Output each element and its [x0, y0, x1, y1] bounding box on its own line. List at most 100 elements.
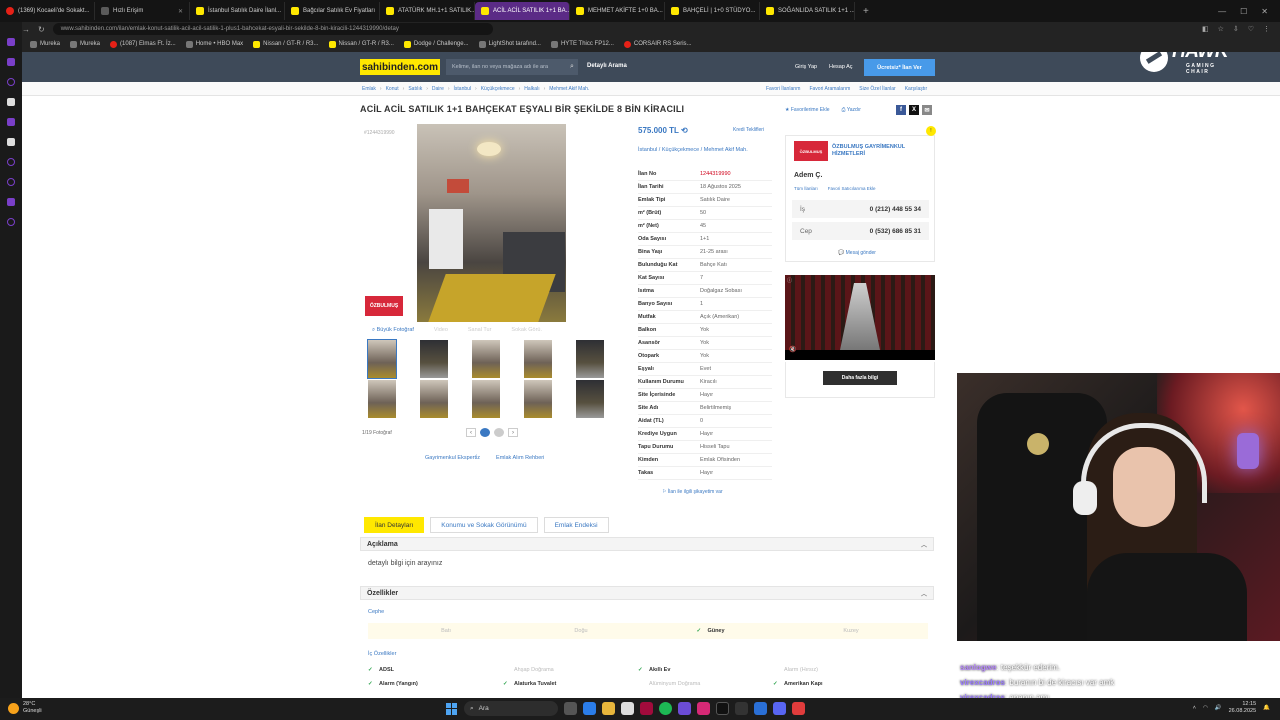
email-share-icon[interactable]: ✉	[922, 105, 932, 115]
weather-widget[interactable]: 28°C Güneşli	[8, 701, 42, 715]
tiktok-icon[interactable]	[7, 118, 15, 126]
task-view-icon[interactable]	[564, 702, 577, 715]
instagram-app-icon[interactable]	[697, 702, 710, 715]
description-header[interactable]: Açıklama ︿	[360, 537, 934, 551]
login-link[interactable]: Giriş Yap	[795, 64, 817, 70]
quick-link[interactable]: Size Özel İlanlar	[859, 86, 895, 92]
site-search-input[interactable]: Kelime, ilan no veya mağaza adı ile ara …	[446, 59, 578, 75]
breadcrumb-item[interactable]: Küçükçekmece	[481, 86, 515, 92]
copilot-icon[interactable]	[583, 702, 596, 715]
bookmark-item[interactable]: Mureka	[30, 40, 60, 48]
extension-icon[interactable]: ◧	[1202, 25, 1209, 33]
post-ad-button[interactable]: Ücretsiz* İlan Ver	[864, 59, 935, 76]
bookmark-item[interactable]: Dodge / Challenge...	[403, 40, 469, 48]
breadcrumb-item[interactable]: İstanbul	[454, 86, 472, 92]
thumbnail[interactable]	[524, 340, 552, 378]
breadcrumb-item[interactable]: Halkalı	[524, 86, 539, 92]
bookmark-item[interactable]: Mureka	[70, 40, 100, 48]
thumbnail[interactable]	[367, 339, 397, 379]
bookmark-item[interactable]: Nissan / GT-R / R3...	[328, 40, 394, 48]
box-icon[interactable]	[7, 198, 15, 206]
seller-name[interactable]: ÖZBULMUŞ GAYRİMENKUL HİZMETLERİ	[832, 144, 932, 158]
register-link[interactable]: Hesap Aç	[829, 64, 853, 70]
chevron-up-icon[interactable]: ︿	[921, 589, 927, 598]
seller-logo[interactable]: ÖZBULMUŞ	[794, 141, 828, 161]
street-view-link[interactable]: Sokak Görü.	[511, 327, 542, 334]
windows-start-icon[interactable]	[446, 702, 458, 715]
all-listings-link[interactable]: Tüm İlanları	[794, 186, 818, 191]
tab-location[interactable]: Konumu ve Sokak Görünümü	[430, 517, 538, 533]
features-header[interactable]: Özellikler ︿	[360, 586, 934, 600]
obs-icon[interactable]	[735, 702, 748, 715]
next-photo-icon[interactable]: ›	[508, 428, 518, 437]
forward-icon[interactable]: →	[22, 25, 30, 34]
minimize-icon[interactable]: —	[1218, 7, 1226, 16]
advanced-search-link[interactable]: Detaylı Arama	[587, 63, 627, 69]
browser-tab[interactable]: İstanbul Satılık Daire İlanl...✕	[190, 2, 285, 20]
thumbnail[interactable]	[472, 380, 500, 418]
thumbnail[interactable]	[576, 380, 604, 418]
arc-icon[interactable]	[7, 98, 15, 106]
location-neighborhood[interactable]: Mehmet Akif Mah.	[704, 147, 748, 153]
store-icon[interactable]	[621, 702, 634, 715]
opera-gx-icon[interactable]	[640, 702, 653, 715]
app-icon[interactable]	[678, 702, 691, 715]
breadcrumb-item[interactable]: Konut	[386, 86, 399, 92]
favorite-seller-link[interactable]: Favori Satıcılarıma Ekle	[828, 186, 876, 191]
browser-tab[interactable]: MEHMET AKİFTE 1+0 BA...✕	[570, 2, 665, 20]
reload-icon[interactable]: ↻	[38, 25, 45, 34]
download-icon[interactable]: ⇩	[1233, 25, 1239, 33]
new-tab-button[interactable]: +	[855, 6, 877, 17]
spotify-icon[interactable]	[659, 702, 672, 715]
prev-photo-icon[interactable]: ‹	[466, 428, 476, 437]
credit-offers-link[interactable]: Kredi Teklifleri	[733, 127, 764, 133]
chevron-up-icon[interactable]: ˄	[1193, 705, 1196, 711]
browser-tab[interactable]: ACİL ACİL SATILIK 1+1 BA...✕	[475, 2, 570, 20]
location-district[interactable]: Küçükçekmece	[662, 147, 699, 153]
facebook-icon[interactable]: f	[896, 105, 906, 115]
breadcrumb-item[interactable]: Satılık	[408, 86, 422, 92]
browser-tab[interactable]: SOĞANLIDA SATILIK 1+1 ...✕	[760, 2, 855, 20]
notifications-icon[interactable]: 🔔	[1263, 705, 1270, 711]
browser-tab[interactable]: Bağcılar Satılık Ev Fiyatları✕	[285, 2, 380, 20]
report-link[interactable]: ⚐ İlan ile ilgili şikayetim var	[662, 489, 723, 495]
heart-icon[interactable]: ♡	[1248, 25, 1254, 33]
video-link[interactable]: Video	[434, 327, 448, 334]
close-window-icon[interactable]: ✕	[1261, 7, 1268, 16]
taskbar-search[interactable]: ⌕ Ara	[464, 701, 558, 716]
messenger-icon[interactable]	[7, 38, 15, 46]
quick-link[interactable]: Favori Aramalarım	[809, 86, 850, 92]
close-tab-icon[interactable]: ✕	[178, 8, 183, 15]
thumbnail[interactable]	[420, 380, 448, 418]
add-favorite-link[interactable]: ★ Favorilerime Ekle	[785, 107, 830, 113]
bookmark-item[interactable]: CORSAIR RS Seris...	[623, 40, 692, 48]
video-ad[interactable]: 🔇 ⓘ	[785, 275, 935, 360]
pager-dot[interactable]	[480, 428, 490, 437]
discord-icon[interactable]	[773, 702, 786, 715]
menu-icon[interactable]: ⋮	[1263, 25, 1270, 33]
ad-more-info-button[interactable]: Daha fazla bilgi	[823, 371, 897, 385]
chevron-up-icon[interactable]: ︿	[921, 540, 927, 549]
browser-tab[interactable]: Hızlı Erişim ✕	[95, 2, 190, 20]
notification-badge-icon[interactable]: !	[926, 126, 936, 136]
tab-real-estate-index[interactable]: Emlak Endeksi	[543, 517, 609, 533]
location-city[interactable]: İstanbul	[638, 147, 657, 153]
thumbnail[interactable]	[420, 340, 448, 378]
thumbnail[interactable]	[576, 340, 604, 378]
settings-icon[interactable]	[7, 218, 15, 226]
mute-icon[interactable]: 🔇	[789, 346, 796, 353]
tiktok-app-icon[interactable]	[716, 702, 729, 715]
browser-tab[interactable]: (1369) Kocaeli'de Sokakt...✕	[0, 2, 95, 20]
appraisal-link[interactable]: Gayrimenkul Eksperti̇z	[425, 455, 480, 461]
agency-logo[interactable]: ÖZBULMUŞ	[365, 296, 403, 316]
pager-dot[interactable]	[494, 428, 504, 437]
browser-tab[interactable]: ATATÜRK MH.1+1 SATILIK...✕	[380, 2, 475, 20]
print-link[interactable]: ⎙ Yazdır	[842, 107, 861, 113]
virtual-tour-link[interactable]: Sanal Tur	[468, 327, 492, 334]
thumbnail[interactable]	[368, 380, 396, 418]
url-field[interactable]: www.sahibinden.com/ilan/emlak-konut-sati…	[52, 23, 493, 35]
send-message-link[interactable]: 💬 Mesaj gönder	[838, 250, 876, 256]
phone-work[interactable]: İş 0 (212) 448 55 34	[792, 200, 929, 218]
phone-mobile[interactable]: Cep 0 (532) 686 85 31	[792, 222, 929, 240]
file-explorer-icon[interactable]	[602, 702, 615, 715]
